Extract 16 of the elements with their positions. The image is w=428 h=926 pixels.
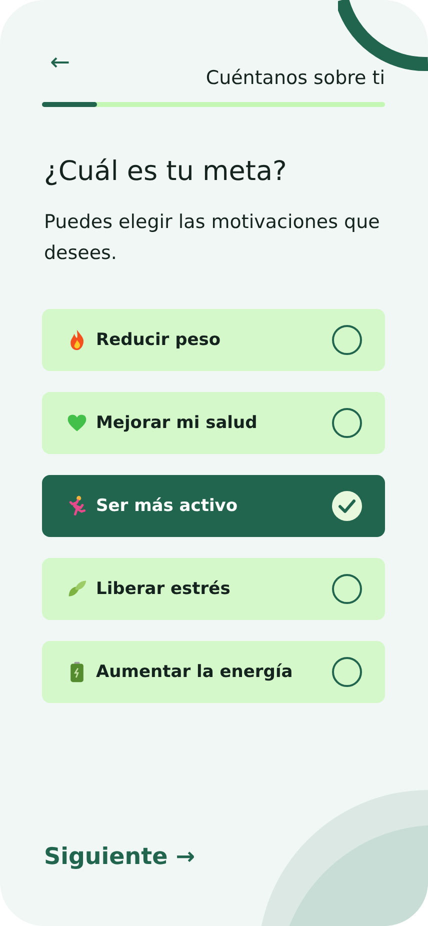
radio-icon xyxy=(332,325,362,355)
radio-icon xyxy=(332,408,362,438)
question-heading: ¿Cuál es tu meta? xyxy=(44,155,288,189)
goal-option[interactable]: Liberar estrés xyxy=(42,558,385,620)
subtitle-text: Puedes elegir las motivaciones que desees. xyxy=(44,210,381,266)
next-button[interactable]: Siguiente → xyxy=(44,844,196,870)
goal-option[interactable]: Mejorar mi salud xyxy=(42,392,385,454)
radio-icon xyxy=(332,574,362,604)
goal-option[interactable]: Ser más activo xyxy=(42,475,385,537)
screen-title: Cuéntanos sobre ti xyxy=(206,66,385,90)
radio-icon xyxy=(332,657,362,687)
back-button[interactable]: ← xyxy=(50,48,70,76)
heart-icon xyxy=(66,412,88,434)
goal-option[interactable]: Reducir peso xyxy=(42,309,385,371)
goal-option[interactable]: Aumentar la energía xyxy=(42,641,385,703)
radio-icon xyxy=(332,491,362,521)
